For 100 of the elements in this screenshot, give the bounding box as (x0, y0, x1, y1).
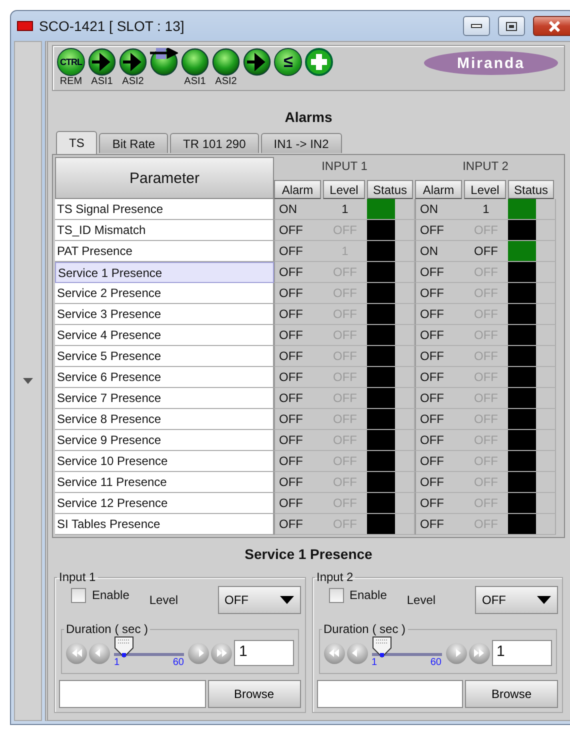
column-header: Status (508, 180, 554, 199)
table-cell: OFF (274, 409, 323, 430)
browse-button[interactable]: Browse (208, 680, 300, 708)
table-cell: OFF (274, 283, 323, 304)
group-header: INPUT 2 (462, 158, 510, 175)
table-cell: OFF (274, 451, 323, 472)
fast-forward-icon (216, 649, 226, 657)
status-led-icon[interactable] (212, 48, 240, 76)
status-led-icon[interactable] (181, 48, 209, 76)
slider-thumb[interactable] (114, 636, 134, 658)
down-triangle-icon[interactable] (23, 378, 33, 384)
fast-forward-button[interactable] (211, 642, 232, 664)
parameter-cell[interactable]: TS Signal Presence (55, 199, 274, 220)
parameter-cell[interactable]: Service 8 Presence (55, 409, 274, 430)
parameter-cell[interactable]: Service 5 Presence (55, 346, 274, 367)
comparison-indicator[interactable]: ≤ (274, 48, 302, 76)
parameter-cell[interactable]: Service 6 Presence (55, 367, 274, 388)
table-cell: OFF (274, 325, 323, 346)
table-cell: OFF (415, 262, 464, 283)
level-label: Level (406, 593, 436, 607)
tab[interactable]: Bit Rate (99, 133, 168, 153)
column-header: Parameter (55, 157, 274, 199)
group-header: INPUT 1 (320, 158, 368, 175)
table-cell: OFF (415, 409, 464, 430)
table-cell: OFF (415, 367, 464, 388)
indicator-label: ASI1 (91, 76, 113, 87)
duration-field[interactable]: 1 (492, 640, 552, 666)
enable-label: Enable (92, 588, 130, 602)
table-cell: OFF (274, 430, 323, 451)
maximize-icon (506, 22, 517, 30)
rewind-icon (329, 649, 339, 657)
table-cell: OFF (274, 304, 323, 325)
parameter-cell[interactable]: Service 10 Presence (55, 451, 274, 472)
parameter-cell[interactable]: Service 2 Presence (55, 283, 274, 304)
maximize-button[interactable] (498, 16, 525, 36)
panel-legend: Input 1 (57, 570, 98, 584)
slider-thumb[interactable] (372, 636, 392, 658)
plus-icon[interactable] (305, 48, 333, 76)
level-label: Level (149, 593, 178, 607)
file-field[interactable] (316, 680, 463, 708)
indicator-label: ASI2 (215, 76, 237, 87)
parameter-cell[interactable]: Service 9 Presence (55, 430, 274, 451)
table-cell: OFF (415, 472, 464, 493)
max-label: 60 (172, 657, 184, 669)
max-label: 60 (430, 657, 442, 669)
table-cell: OFF (274, 241, 323, 262)
minimize-button[interactable] (463, 16, 490, 36)
rewind-button[interactable] (66, 642, 87, 664)
ctrl-indicator[interactable]: CTRL (57, 48, 85, 76)
tab[interactable]: TS (56, 131, 98, 154)
table-cell: OFF (274, 220, 323, 241)
indicator-label: ASI1 (184, 76, 206, 87)
tab[interactable]: TR 101 290 (170, 133, 259, 153)
level-dropdown[interactable]: OFF (475, 586, 558, 614)
forward-button[interactable] (188, 642, 209, 664)
indicator-label: REM (60, 76, 82, 87)
table-cell: OFF (274, 367, 323, 388)
table-cell: OFF (274, 493, 323, 514)
parameter-cell[interactable]: PAT Presence (55, 241, 274, 262)
table-cell: OFF (274, 346, 323, 367)
panel-legend: Input 2 (314, 570, 356, 584)
table-cell: OFF (415, 346, 464, 367)
table-cell: OFF (415, 451, 464, 472)
close-icon (548, 20, 560, 32)
parameter-cell[interactable]: TS_ID Mismatch (55, 220, 274, 241)
table-cell: OFF (415, 514, 464, 535)
min-label: 1 (372, 657, 378, 669)
enable-checkbox[interactable] (328, 588, 344, 603)
level-dropdown[interactable]: OFF (218, 586, 300, 614)
table-cell: OFF (274, 262, 323, 283)
parameter-cell[interactable]: Service 11 Presence (55, 472, 274, 493)
parameter-cell[interactable]: Service 7 Presence (55, 388, 274, 409)
panel-legend: Duration ( sec ) (64, 622, 150, 636)
duration-field[interactable]: 1 (234, 640, 294, 666)
table-cell: OFF (274, 472, 323, 493)
enable-checkbox[interactable] (71, 588, 86, 603)
parameter-cell[interactable]: Service 12 Presence (55, 493, 274, 514)
fast-forward-button[interactable] (468, 642, 490, 664)
parameter-cell[interactable]: Service 1 Presence (55, 262, 274, 283)
caret-icon (537, 596, 551, 604)
enable-label: Enable (350, 588, 387, 602)
indicator-label: ASI2 (122, 76, 144, 87)
column-header: Level (464, 180, 506, 199)
table-cell: ON (274, 199, 323, 220)
tab[interactable]: IN1 -> IN2 (260, 133, 342, 153)
browse-button[interactable]: Browse (465, 680, 558, 708)
rewind-button[interactable] (324, 642, 344, 664)
table-cell: ON (415, 199, 464, 220)
parameter-cell[interactable]: SI Tables Presence (55, 514, 274, 535)
parameter-cell[interactable]: Service 3 Presence (55, 304, 274, 325)
rewind-icon (72, 649, 82, 657)
table-cell: ON (415, 241, 464, 262)
detail-title: Service 1 Presence (244, 546, 374, 562)
caret-icon (280, 596, 294, 604)
panel-legend: Duration ( sec ) (322, 622, 408, 636)
close-button[interactable] (533, 16, 570, 36)
forward-button[interactable] (446, 642, 466, 664)
section-title: Alarms (284, 109, 334, 125)
parameter-cell[interactable]: Service 4 Presence (55, 325, 274, 346)
file-field[interactable] (59, 680, 206, 708)
